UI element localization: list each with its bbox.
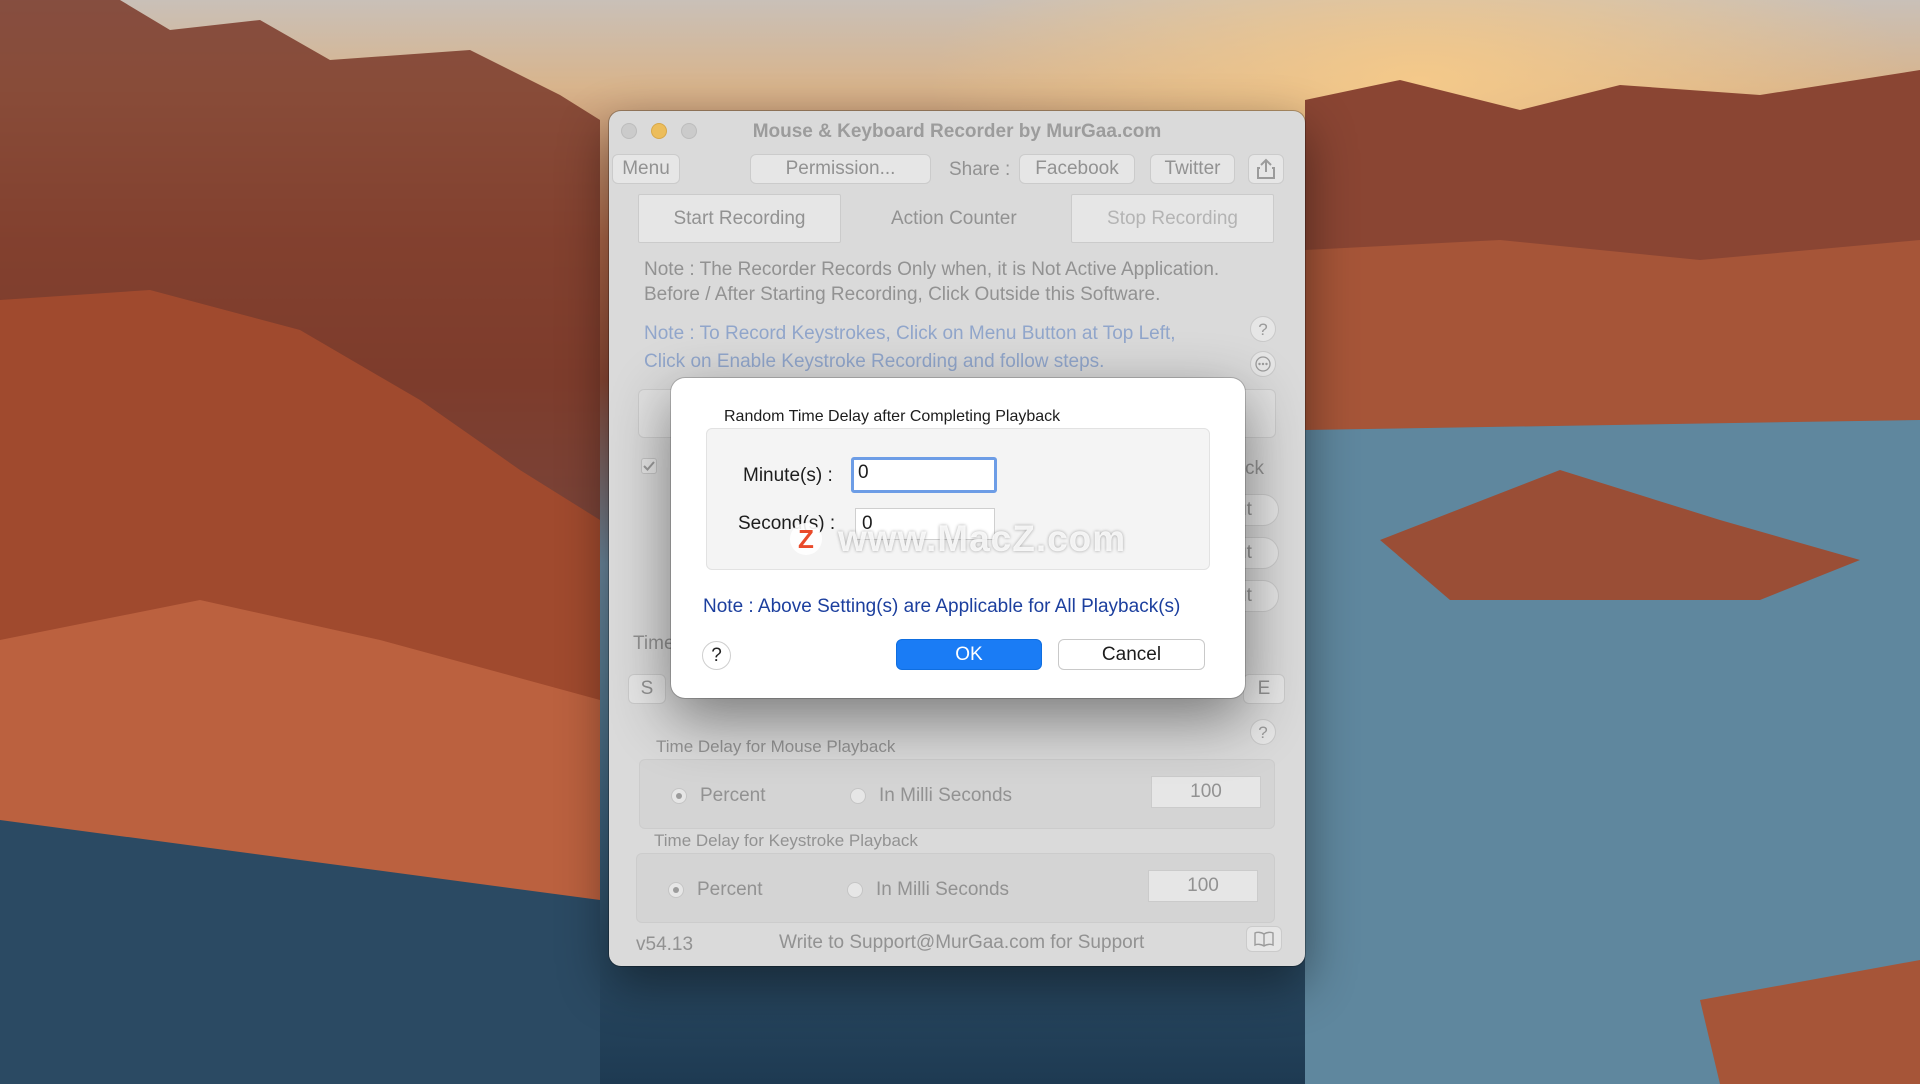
help-book-button[interactable]: [1246, 926, 1282, 952]
action-counter-label: Action Counter: [891, 208, 1017, 229]
dialog-help-button[interactable]: ?: [702, 641, 731, 670]
cancel-button[interactable]: Cancel: [1058, 639, 1205, 670]
share-button[interactable]: [1248, 154, 1284, 184]
keystroke-delay-group: Percent In Milli Seconds 100: [636, 853, 1275, 923]
version-label: v54.13: [636, 934, 694, 955]
keystroke-percent-label: Percent: [697, 879, 763, 900]
support-text: Write to Support@MurGaa.com for Support: [779, 932, 1145, 953]
keystroke-milli-radio[interactable]: [847, 882, 863, 898]
note-line-1: Note : The Recorder Records Only when, i…: [644, 259, 1220, 280]
ellipsis-icon: [1255, 356, 1271, 372]
menu-button[interactable]: Menu: [612, 154, 680, 184]
watermark-logo: Z: [790, 523, 822, 555]
help-button-notes[interactable]: ?: [1250, 316, 1276, 342]
stop-recording-button[interactable]: Stop Recording: [1071, 194, 1274, 243]
mouse-percent-radio[interactable]: [671, 788, 687, 804]
more-options-button[interactable]: [1250, 351, 1276, 377]
keystroke-delay-value[interactable]: 100: [1148, 870, 1258, 902]
help-button-delay[interactable]: ?: [1250, 719, 1276, 745]
minutes-input[interactable]: 0: [851, 457, 997, 493]
ok-button[interactable]: OK: [896, 639, 1042, 670]
mouse-percent-label: Percent: [700, 785, 766, 806]
note-line-2: Before / After Starting Recording, Click…: [644, 284, 1161, 305]
title-bar[interactable]: Mouse & Keyboard Recorder by MurGaa.com: [609, 111, 1305, 151]
dialog-title: Random Time Delay after Completing Playb…: [724, 408, 1061, 425]
time-partial-label: Time: [633, 633, 675, 654]
keystroke-note-line-2: Click on Enable Keystroke Recording and …: [644, 351, 1105, 372]
e-button[interactable]: E: [1243, 674, 1285, 704]
checkmark-icon: [643, 461, 655, 471]
window-title: Mouse & Keyboard Recorder by MurGaa.com: [752, 121, 1162, 142]
keystroke-milli-label: In Milli Seconds: [876, 879, 1010, 900]
mouse-milli-radio[interactable]: [850, 788, 866, 804]
watermark-text: www.MacZ.com: [838, 518, 1127, 559]
book-icon: [1254, 931, 1274, 947]
keystroke-note-line-1: Note : To Record Keystrokes, Click on Me…: [644, 323, 1176, 344]
partial-label-1: ck: [1245, 458, 1264, 479]
minutes-label: Minute(s) :: [743, 465, 833, 486]
share-icon: [1257, 158, 1275, 179]
start-recording-button[interactable]: Start Recording: [638, 194, 841, 243]
permission-button[interactable]: Permission...: [750, 154, 931, 184]
share-label: Share :: [949, 159, 1011, 180]
keystroke-delay-title: Time Delay for Keystroke Playback: [654, 831, 918, 850]
mouse-delay-group: Percent In Milli Seconds 100: [639, 759, 1275, 829]
mouse-delay-title: Time Delay for Mouse Playback: [656, 737, 896, 756]
mouse-milli-label: In Milli Seconds: [879, 785, 1013, 806]
mouse-delay-value[interactable]: 100: [1151, 776, 1261, 808]
facebook-button[interactable]: Facebook: [1019, 154, 1135, 184]
checkbox[interactable]: [641, 458, 657, 474]
s-button[interactable]: S: [628, 674, 666, 704]
twitter-button[interactable]: Twitter: [1150, 154, 1235, 184]
keystroke-percent-radio[interactable]: [668, 882, 684, 898]
dialog-note: Note : Above Setting(s) are Applicable f…: [703, 596, 1181, 617]
